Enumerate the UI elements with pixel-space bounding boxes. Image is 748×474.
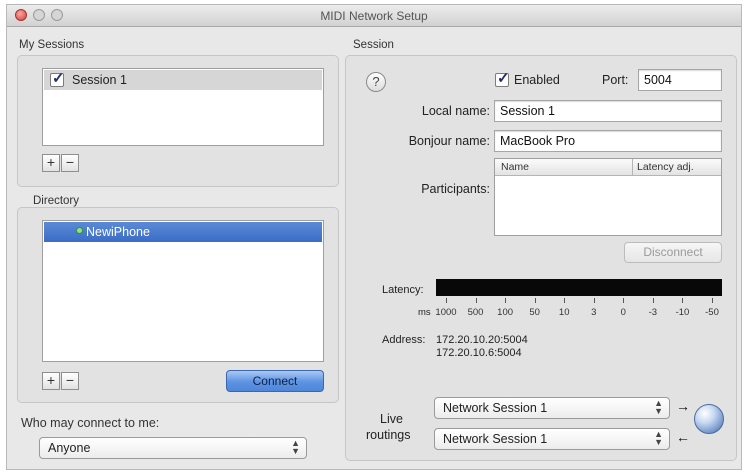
add-session-button[interactable]: +: [42, 154, 60, 172]
latency-tick-label: 1000: [435, 307, 457, 318]
window-title: MIDI Network Setup: [320, 9, 428, 23]
latency-tick-label: -3: [648, 307, 658, 318]
address-label: Address:: [382, 334, 426, 346]
latency-tick-label: 500: [467, 307, 484, 318]
latency-tick: [652, 298, 654, 303]
session-enabled-checkbox[interactable]: ✓: [50, 70, 65, 87]
column-header-latency-adj[interactable]: Latency adj.: [637, 161, 694, 173]
disconnect-button[interactable]: Disconnect: [624, 242, 722, 263]
latency-tick-label: 50: [529, 307, 540, 318]
participants-table[interactable]: Name Latency adj.: [494, 158, 722, 236]
bonjour-name-label: Bonjour name:: [408, 134, 490, 148]
live-routings-label-line-1: Live: [380, 412, 403, 426]
checkmark-icon: ✓: [52, 70, 65, 87]
session-label: Session: [353, 39, 394, 51]
directory-group: NewiPhone + − Connect: [17, 207, 339, 403]
latency-scale: 1000 500 100 50 10 3 0 -3 -10 -50: [435, 298, 722, 320]
participants-label: Participants:: [421, 182, 490, 196]
address-line-1: 172.20.10.20:5004: [436, 334, 528, 346]
latency-tick-label: 10: [558, 307, 570, 318]
participants-table-header: Name Latency adj.: [495, 159, 721, 176]
directory-device-name: NewiPhone: [86, 225, 150, 239]
latency-tick-label: 0: [620, 307, 626, 318]
port-label: Port:: [602, 73, 629, 87]
checkmark-icon: ✓: [497, 70, 510, 87]
routing-input-select[interactable]: Network Session 1 ▲ ▼: [434, 397, 670, 419]
arrow-right-icon: →: [676, 398, 690, 414]
column-divider: [632, 159, 633, 175]
title-bar: MIDI Network Setup: [7, 5, 741, 27]
who-may-connect-value: Anyone: [48, 441, 91, 455]
enabled-label: Enabled: [514, 73, 560, 87]
address-line-2: 172.20.10.6:5004: [436, 347, 522, 359]
help-button[interactable]: ?: [366, 72, 386, 92]
routing-output-select[interactable]: Network Session 1 ▲ ▼: [434, 428, 670, 450]
directory-label: Directory: [33, 195, 80, 207]
directory-list[interactable]: NewiPhone: [42, 220, 324, 362]
latency-tick-label: -50: [705, 307, 719, 318]
remove-directory-button[interactable]: −: [61, 372, 79, 390]
add-directory-button[interactable]: +: [42, 372, 60, 390]
updown-chevron-icon: ▲ ▼: [654, 398, 663, 416]
list-item[interactable]: ✓ Session 1: [44, 70, 322, 90]
enabled-checkbox[interactable]: ✓: [495, 70, 510, 87]
latency-tick: [623, 298, 625, 303]
my-sessions-group: ✓ Session 1 + −: [17, 55, 339, 187]
my-sessions-label: My Sessions: [19, 39, 85, 51]
midi-network-setup-window: MIDI Network Setup My Sessions ✓ Session…: [6, 4, 742, 470]
updown-chevron-icon: ▲ ▼: [291, 438, 300, 456]
online-status-icon: [76, 227, 83, 234]
latency-tick-label: 3: [591, 307, 597, 318]
list-item[interactable]: NewiPhone: [44, 222, 322, 242]
local-name-label: Local name:: [421, 104, 490, 118]
latency-tick-label: 100: [497, 307, 514, 318]
who-may-connect-select[interactable]: Anyone ▲ ▼: [39, 437, 307, 459]
bonjour-name-field[interactable]: MacBook Pro: [494, 130, 722, 152]
updown-chevron-icon: ▲ ▼: [654, 429, 663, 447]
latency-unit: ms: [418, 307, 431, 318]
latency-label: Latency:: [382, 284, 424, 296]
latency-tick-label: -10: [675, 307, 690, 318]
remove-session-button[interactable]: −: [61, 154, 79, 172]
latency-tick: [446, 298, 447, 303]
latency-tick: [505, 298, 507, 303]
latency-meter: [436, 279, 722, 296]
connect-button[interactable]: Connect: [226, 370, 324, 392]
sessions-list[interactable]: ✓ Session 1: [42, 68, 324, 146]
who-may-connect-label: Who may connect to me:: [21, 416, 160, 430]
latency-tick: [475, 298, 477, 303]
latency-tick: [564, 298, 566, 303]
local-name-field[interactable]: Session 1: [494, 100, 722, 122]
port-field[interactable]: 5004: [638, 69, 722, 91]
latency-tick: [534, 298, 536, 303]
latency-tick: [593, 298, 595, 303]
network-globe-icon: [694, 404, 724, 434]
routing-input-value: Network Session 1: [443, 401, 548, 415]
latency-tick: [682, 298, 684, 303]
session-name: Session 1: [72, 73, 127, 87]
column-header-name[interactable]: Name: [501, 161, 529, 173]
latency-tick: [712, 298, 713, 303]
arrow-left-icon: ←: [676, 429, 690, 445]
session-group: ? ✓ Enabled Port: 5004 Local name: Sessi…: [345, 55, 737, 461]
live-routings-label-line-2: routings: [366, 428, 411, 442]
routing-output-value: Network Session 1: [443, 432, 548, 446]
